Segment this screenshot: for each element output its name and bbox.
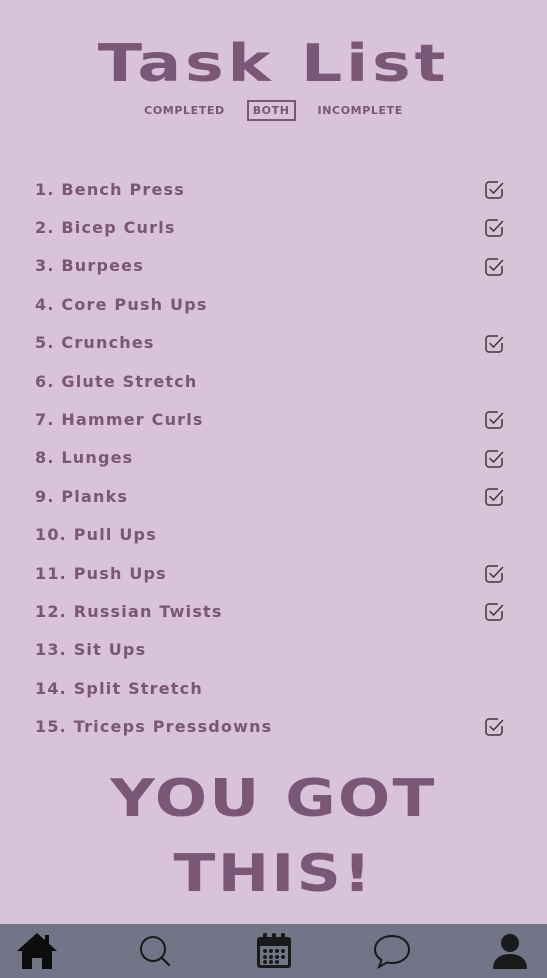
task-item[interactable]: 9. Planks [35,477,510,515]
task-item[interactable]: 8. Lunges [35,439,510,477]
checkmark-icon [485,181,504,199]
checkmark-icon [485,603,504,622]
task-list-screen: Task List COMPLETED BOTH INCOMPLETE 1. B… [0,0,547,978]
motivation-text: YOU GOT THIS! [0,762,547,912]
task-label: 3. Burpees [35,256,144,276]
task-label: 12. Russian Twists [35,601,223,621]
task-label: 15. Triceps Pressdowns [35,717,273,737]
motivation-line-1: YOU GOT [110,769,437,829]
bottom-nav [0,924,547,978]
filter-both[interactable]: BOTH [246,100,296,121]
search-icon [140,936,171,967]
task-item[interactable]: 10. Pull Ups [35,516,510,554]
calendar-icon [256,933,291,968]
filter-completed[interactable]: COMPLETED [144,104,225,117]
checkmark-icon [485,411,504,430]
task-item[interactable]: 4. Core Push Ups [35,285,510,323]
task-item[interactable]: 7. Hammer Curls [35,400,510,438]
home-icon [17,933,57,969]
nav-calendar[interactable] [251,928,297,974]
task-label: 10. Pull Ups [35,525,157,545]
filter-bar: COMPLETED BOTH INCOMPLETE [0,100,547,121]
filter-incomplete[interactable]: INCOMPLETE [318,104,403,117]
chat-icon [373,934,410,970]
checkmark-icon [485,449,504,468]
nav-profile[interactable] [487,928,533,974]
motivation-line-2: THIS! [173,844,374,904]
nav-search[interactable] [132,928,178,974]
task-label: 11. Push Ups [35,563,167,583]
task-label: 6. Glute Stretch [35,371,198,391]
checkmark-icon [485,488,504,506]
task-item[interactable]: 11. Push Ups [35,554,510,592]
task-item[interactable]: 14. Split Stretch [35,669,510,707]
task-item[interactable]: 5. Crunches [35,324,510,362]
task-label: 2. Bicep Curls [35,218,176,238]
nav-chat[interactable] [369,928,415,974]
task-label: 8. Lunges [35,448,134,468]
page-title: Task List [97,34,450,94]
task-item[interactable]: 6. Glute Stretch [35,362,510,400]
checkmark-icon [485,718,504,737]
task-label: 5. Crunches [35,333,155,353]
task-label: 1. Bench Press [35,179,185,199]
checkmark-icon [485,565,504,583]
task-label: 14. Split Stretch [35,678,203,698]
checkmark-icon [485,219,504,238]
task-list: 1. Bench Press 2. Bicep Curls 3. Burpees… [35,170,510,746]
profile-icon [493,934,527,969]
task-item[interactable]: 13. Sit Ups [35,631,510,669]
checkmark-icon [485,258,504,276]
task-label: 13. Sit Ups [35,640,147,660]
task-item[interactable]: 12. Russian Twists [35,592,510,630]
checkmark-icon [485,334,504,353]
task-label: 9. Planks [35,486,129,506]
task-label: 7. Hammer Curls [35,410,204,430]
task-item[interactable]: 3. Burpees [35,247,510,285]
task-item[interactable]: 15. Triceps Pressdowns [35,707,510,745]
task-item[interactable]: 2. Bicep Curls [35,208,510,246]
task-item[interactable]: 1. Bench Press [35,170,510,208]
nav-home[interactable] [14,928,60,974]
task-label: 4. Core Push Ups [35,294,208,314]
